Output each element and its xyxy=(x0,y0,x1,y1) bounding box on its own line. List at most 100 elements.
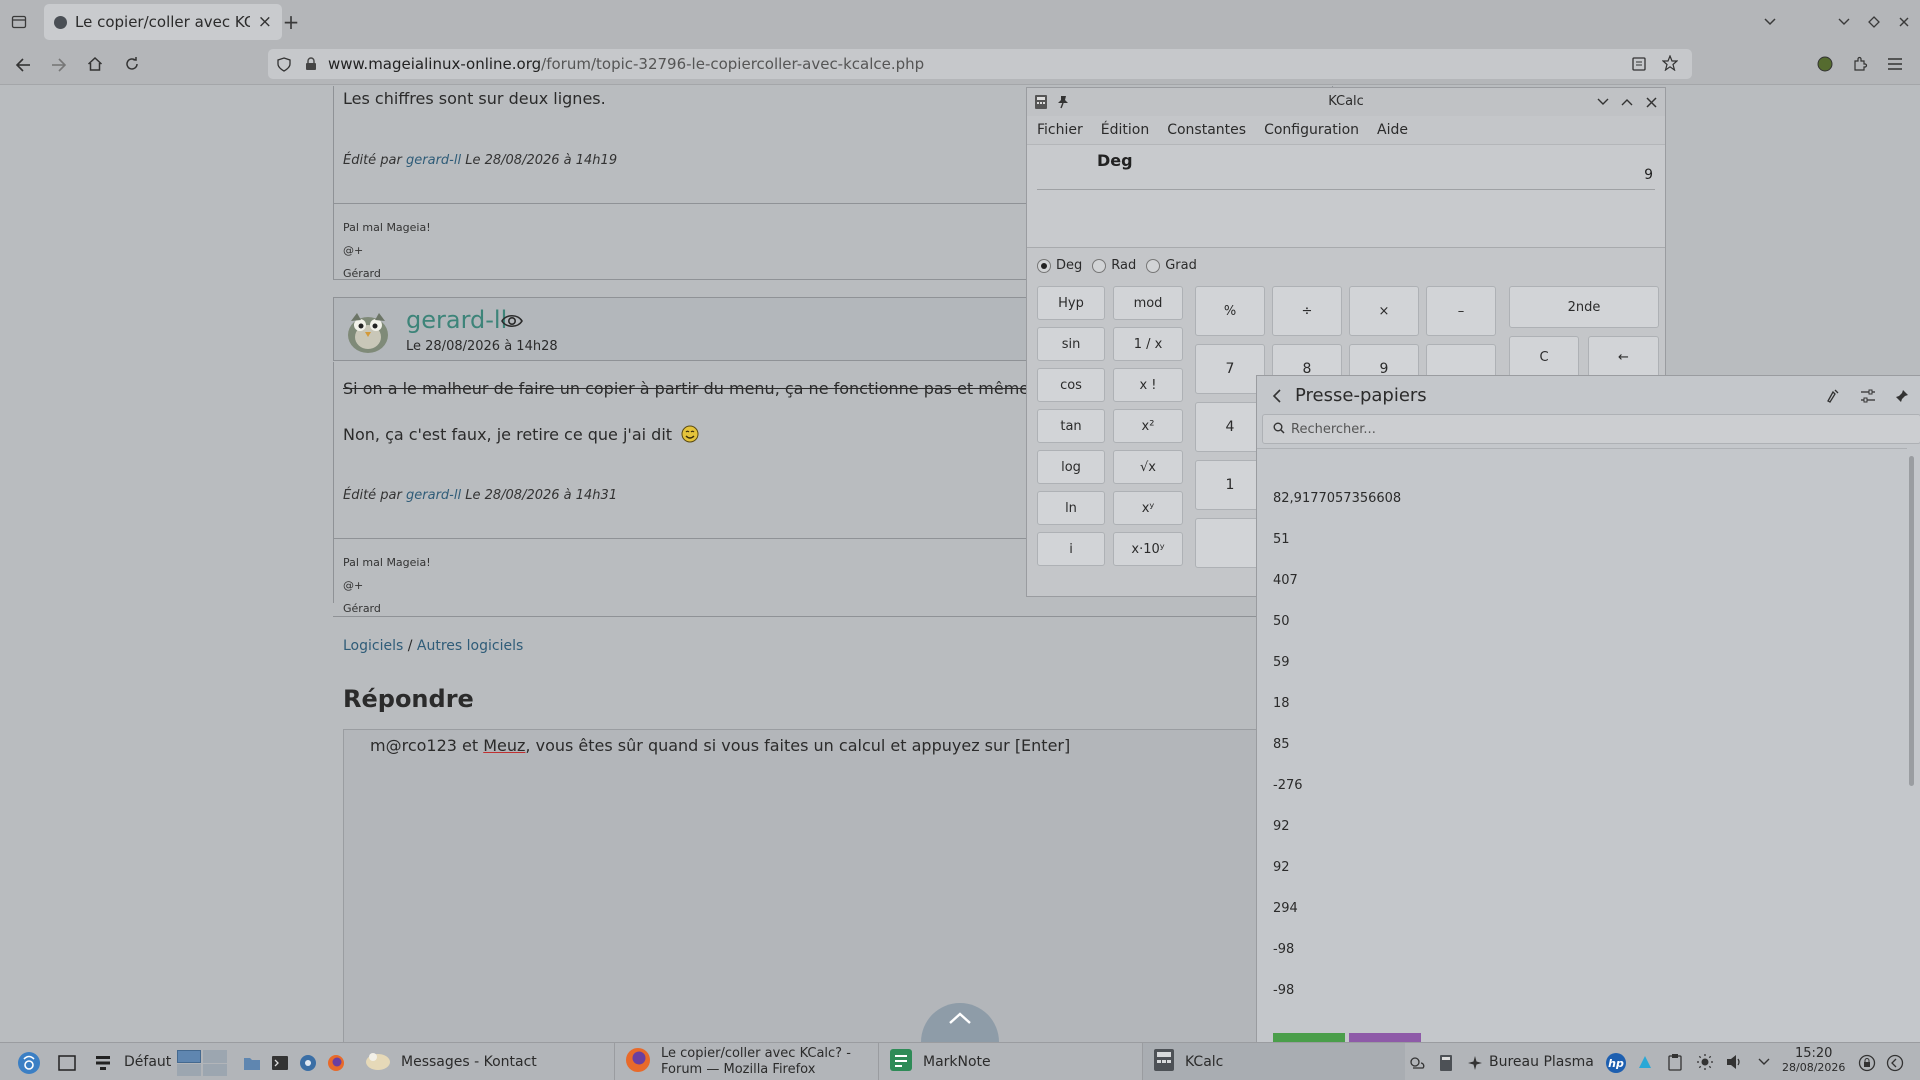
clipboard-search[interactable] xyxy=(1262,414,1920,444)
weather-icon[interactable] xyxy=(1406,1052,1428,1074)
radio-deg[interactable] xyxy=(1037,258,1051,273)
post-2-author-name[interactable]: gerard-ll xyxy=(406,306,507,334)
list-item[interactable]: 59 xyxy=(1273,655,1290,670)
pin-icon[interactable] xyxy=(1891,385,1913,407)
btn-0[interactable] xyxy=(1195,518,1265,568)
reader-view-icon[interactable] xyxy=(1630,55,1648,73)
hamburger-menu-icon[interactable] xyxy=(1884,53,1906,75)
pager-desktop[interactable] xyxy=(177,1050,201,1063)
kcalc-titlebar[interactable]: KCalc xyxy=(1027,88,1665,116)
btn-7[interactable]: 7 xyxy=(1195,344,1265,394)
system-settings-icon[interactable] xyxy=(297,1052,319,1074)
btn-subtract[interactable]: – xyxy=(1426,286,1496,336)
task-marknote[interactable]: MarkNote xyxy=(879,1043,1141,1080)
btn-percent[interactable]: % xyxy=(1195,286,1265,336)
avatar[interactable] xyxy=(339,301,397,359)
btn-reciprocal[interactable]: 1 / x xyxy=(1113,327,1183,361)
menu-aide[interactable]: Aide xyxy=(1377,122,1408,138)
tab-list-icon[interactable] xyxy=(9,12,29,32)
list-item[interactable]: -276 xyxy=(1273,778,1303,793)
kcalc-close-icon[interactable] xyxy=(1643,94,1659,110)
bookmark-star-icon[interactable] xyxy=(1661,54,1679,72)
activity-switcher-icon[interactable] xyxy=(92,1052,114,1074)
breadcrumb-link-logiciels[interactable]: Logiciels xyxy=(343,638,403,654)
back-arrow-icon[interactable] xyxy=(12,54,34,76)
peek-desktop-icon[interactable] xyxy=(1884,1052,1906,1074)
btn-exp10[interactable]: x·10ʸ xyxy=(1113,532,1183,566)
btn-hyp[interactable]: Hyp xyxy=(1037,286,1105,320)
reply-editor[interactable]: m@rco123 et Meuz, vous êtes sûr quand si… xyxy=(343,729,1343,1042)
btn-tan[interactable]: tan xyxy=(1037,409,1105,443)
account-icon[interactable] xyxy=(1814,53,1836,75)
btn-2nd[interactable]: 2nde xyxy=(1509,286,1659,328)
menu-edition[interactable]: Édition xyxy=(1101,122,1149,138)
list-item[interactable]: 294 xyxy=(1273,901,1298,916)
list-item[interactable]: 18 xyxy=(1273,696,1290,711)
btn-4[interactable]: 4 xyxy=(1195,402,1265,452)
list-item[interactable]: 85 xyxy=(1273,737,1290,752)
btn-ln[interactable]: ln xyxy=(1037,491,1105,525)
btn-1[interactable]: 1 xyxy=(1195,460,1265,510)
activity-name[interactable]: Défaut xyxy=(124,1054,171,1070)
url-bar[interactable]: www.mageialinux-online.org/forum/topic-3… xyxy=(268,49,1692,79)
terminal-icon[interactable] xyxy=(269,1052,291,1074)
list-item[interactable]: 51 xyxy=(1273,532,1290,547)
pager-desktop[interactable] xyxy=(203,1064,227,1076)
image-thumbnail[interactable] xyxy=(1273,1033,1345,1042)
btn-divide[interactable]: ÷ xyxy=(1272,286,1342,336)
calculator-tray-icon[interactable] xyxy=(1435,1052,1457,1074)
task-messages-kontact[interactable]: Messages - Kontact xyxy=(355,1043,613,1080)
clear-history-icon[interactable] xyxy=(1822,385,1844,407)
kcalc-maximize-icon[interactable] xyxy=(1619,94,1635,110)
radio-rad[interactable] xyxy=(1092,258,1107,273)
file-manager-icon[interactable] xyxy=(241,1052,263,1074)
firefox-launcher-icon[interactable] xyxy=(325,1052,347,1074)
list-item[interactable]: -98 xyxy=(1273,983,1294,998)
browser-tab-active[interactable]: Le copier/coller avec KCa × xyxy=(44,4,282,40)
btn-log[interactable]: log xyxy=(1037,450,1105,484)
pager[interactable] xyxy=(177,1050,227,1076)
eye-icon[interactable] xyxy=(501,313,523,333)
btn-square[interactable]: x² xyxy=(1113,409,1183,443)
kcalc-display[interactable]: Deg 9 xyxy=(1027,144,1665,248)
clipboard-tray-icon[interactable] xyxy=(1664,1051,1686,1073)
tab-close-icon[interactable]: × xyxy=(258,12,272,32)
btn-backspace[interactable]: ← xyxy=(1588,336,1659,378)
window-minimize-icon[interactable] xyxy=(1834,12,1854,32)
clock[interactable]: 15:20 28/08/2026 xyxy=(1782,1047,1845,1075)
settings-sliders-icon[interactable] xyxy=(1857,385,1879,407)
pager-desktop[interactable] xyxy=(177,1064,201,1076)
clipboard-scrollbar[interactable] xyxy=(1909,456,1914,786)
tray-expand-chevron-icon[interactable] xyxy=(1754,1052,1774,1072)
tracking-shield-icon[interactable] xyxy=(276,56,292,72)
list-item[interactable]: -98 xyxy=(1273,942,1294,957)
volume-icon[interactable] xyxy=(1724,1051,1746,1073)
window-maximize-icon[interactable] xyxy=(1864,12,1884,32)
menu-constantes[interactable]: Constantes xyxy=(1167,122,1246,138)
post-1-edited-author-link[interactable]: gerard-ll xyxy=(406,153,461,168)
image-thumbnail[interactable] xyxy=(1349,1033,1421,1042)
menu-configuration[interactable]: Configuration xyxy=(1264,122,1359,138)
list-item[interactable]: 82,9177057356608 xyxy=(1273,491,1401,506)
tab-overflow-chevron-icon[interactable] xyxy=(1760,12,1780,32)
btn-clear[interactable]: C xyxy=(1509,336,1579,378)
task-firefox[interactable]: Le copier/coller avec KCalc? - Forum — M… xyxy=(615,1043,877,1080)
menu-fichier[interactable]: Fichier xyxy=(1037,122,1083,138)
window-close-icon[interactable] xyxy=(1894,12,1914,32)
forward-arrow-icon[interactable] xyxy=(48,54,70,76)
btn-sqrt[interactable]: √x xyxy=(1113,450,1183,484)
reload-icon[interactable] xyxy=(121,53,143,75)
extensions-icon[interactable] xyxy=(1849,53,1871,75)
clipboard-search-input[interactable] xyxy=(1291,421,1920,437)
pager-desktop[interactable] xyxy=(203,1050,227,1063)
btn-factorial[interactable]: x ! xyxy=(1113,368,1183,402)
list-item[interactable]: 50 xyxy=(1273,614,1290,629)
desktop-name[interactable]: Bureau Plasma xyxy=(1489,1054,1594,1070)
back-chevron-icon[interactable] xyxy=(1267,386,1287,406)
app-launcher-icon[interactable] xyxy=(16,1050,42,1076)
breadcrumb-link-autres-logiciels[interactable]: Autres logiciels xyxy=(417,638,523,654)
hp-printer-icon[interactable]: hp xyxy=(1604,1051,1628,1075)
post-2-edited-author-link[interactable]: gerard-ll xyxy=(406,488,461,503)
show-desktop-icon[interactable] xyxy=(56,1052,78,1074)
lock-screen-icon[interactable] xyxy=(1856,1052,1878,1074)
